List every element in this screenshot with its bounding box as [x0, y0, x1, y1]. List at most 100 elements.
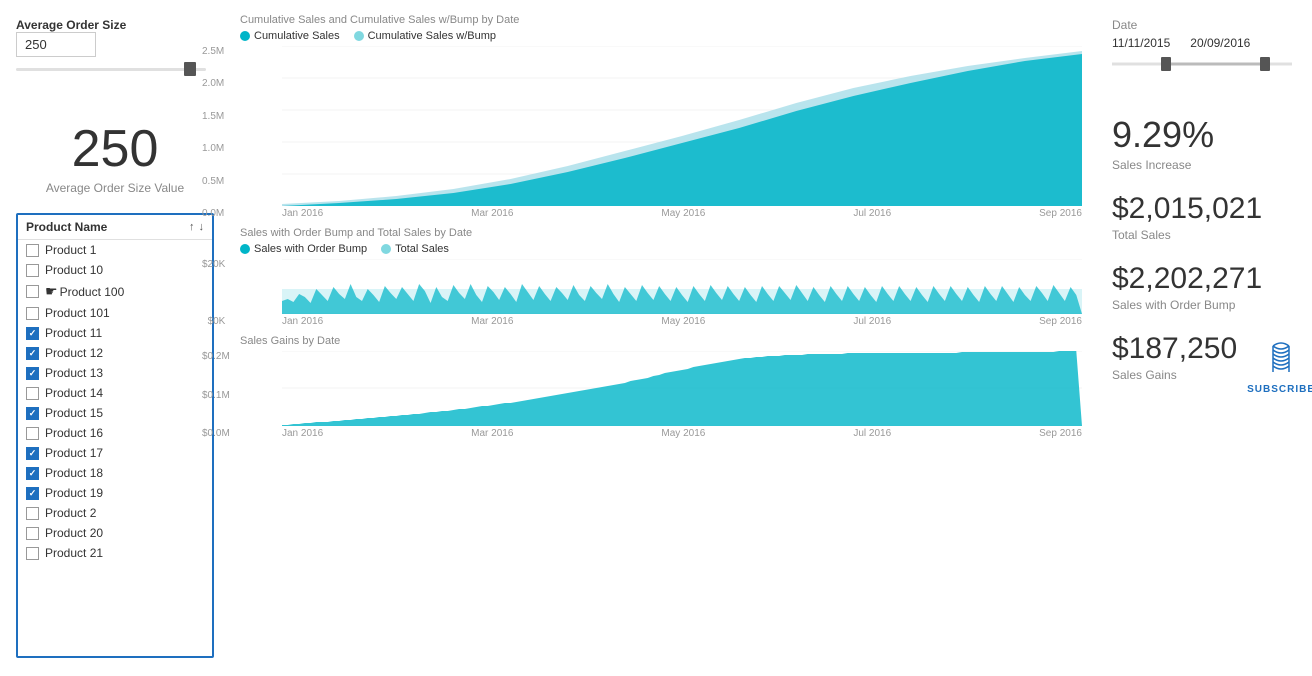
sort-asc-icon[interactable]: ↑: [189, 221, 195, 233]
product-list-item[interactable]: Product 101: [18, 303, 212, 323]
product-name: Product 17: [45, 446, 103, 460]
sort-icons: ↑ ↓: [189, 221, 204, 233]
subscribe-text[interactable]: SUBSCRIBE: [1247, 384, 1312, 395]
chart2-svg: [282, 259, 1082, 314]
chart2-legend-dot-1: [240, 244, 250, 254]
date-slider-fill: [1166, 63, 1265, 66]
metric2-value: $2,015,021: [1112, 192, 1292, 226]
metric2-block: $2,015,021 Total Sales: [1112, 192, 1292, 242]
metric4-block: $187,250 Sales Gains SUBSCRIBE: [1112, 332, 1292, 395]
center-panel: Cumulative Sales and Cumulative Sales w/…: [230, 0, 1092, 676]
date-end: 20/09/2016: [1190, 36, 1250, 50]
chart1-legend-label-2: Cumulative Sales w/Bump: [368, 30, 496, 42]
product-checkbox[interactable]: [26, 307, 39, 320]
date-slider-thumb-left[interactable]: [1161, 57, 1171, 71]
chart1-y-labels: 2.5M2.0M1.5M1.0M0.5M0.0M: [202, 46, 224, 219]
product-checkbox[interactable]: [26, 407, 39, 420]
chart2-x-labels: Jan 2016Mar 2016May 2016Jul 2016Sep 2016: [282, 316, 1082, 327]
metric1-value: 9.29%: [1112, 114, 1292, 156]
product-list-item[interactable]: ☛Product 100: [18, 280, 212, 303]
avg-order-input[interactable]: [16, 32, 96, 57]
product-checkbox[interactable]: [26, 507, 39, 520]
sort-desc-icon[interactable]: ↓: [199, 221, 205, 233]
subscribe-dna-icon: [1263, 342, 1299, 378]
metric3-block: $2,202,271 Sales with Order Bump: [1112, 262, 1292, 312]
metric1-label: Sales Increase: [1112, 158, 1292, 172]
date-label: Date: [1112, 18, 1292, 32]
date-slider[interactable]: [1112, 54, 1292, 74]
chart1-legend-dot-2: [354, 31, 364, 41]
metric4-value: $187,250: [1112, 332, 1237, 366]
chart2-legend-item-2: Total Sales: [381, 243, 449, 255]
product-checkbox[interactable]: [26, 427, 39, 440]
chart1-legend-item-2: Cumulative Sales w/Bump: [354, 30, 496, 42]
product-name: Product 19: [45, 486, 103, 500]
product-checkbox[interactable]: [26, 387, 39, 400]
avg-order-slider-track: [16, 68, 206, 71]
chart1-title: Cumulative Sales and Cumulative Sales w/…: [240, 14, 1082, 26]
product-list-title: Product Name: [26, 220, 107, 234]
product-list-item[interactable]: Product 13: [18, 363, 212, 383]
product-list-container: Product Name ↑ ↓ Product 1 Product 10☛Pro…: [16, 213, 214, 658]
metric4-label: Sales Gains: [1112, 368, 1237, 382]
avg-order-slider-thumb[interactable]: [184, 62, 196, 76]
chart2-y-labels: $20K$0K: [202, 259, 225, 327]
product-checkbox[interactable]: [26, 285, 39, 298]
product-checkbox[interactable]: [26, 264, 39, 277]
product-name: Product 2: [45, 506, 96, 520]
product-list-item[interactable]: Product 20: [18, 523, 212, 543]
product-list-item[interactable]: Product 21: [18, 543, 212, 563]
product-checkbox[interactable]: [26, 447, 39, 460]
date-range: 11/11/2015 20/09/2016: [1112, 36, 1292, 50]
avg-order-big-value: 250: [16, 119, 214, 179]
product-list-item[interactable]: Product 15: [18, 403, 212, 423]
product-list-item[interactable]: Product 1: [18, 240, 212, 260]
product-checkbox[interactable]: [26, 244, 39, 257]
product-checkbox[interactable]: [26, 487, 39, 500]
subscribe-block[interactable]: SUBSCRIBE: [1247, 342, 1312, 395]
chart3-y-labels: $0.2M$0.1M$0.0M: [202, 351, 230, 439]
chart3-title: Sales Gains by Date: [240, 335, 1082, 347]
product-list-item[interactable]: Product 16: [18, 423, 212, 443]
metric3-value: $2,202,271: [1112, 262, 1292, 296]
product-checkbox[interactable]: [26, 327, 39, 340]
product-list-scroll[interactable]: Product 1 Product 10☛Product 100 Product 1…: [18, 240, 212, 563]
product-list-header: Product Name ↑ ↓: [18, 215, 212, 240]
metric3-label: Sales with Order Bump: [1112, 298, 1292, 312]
chart1-svg: [282, 46, 1082, 206]
product-checkbox[interactable]: [26, 547, 39, 560]
product-list-item[interactable]: Product 14: [18, 383, 212, 403]
product-list-item[interactable]: Product 19: [18, 483, 212, 503]
product-list-item[interactable]: Product 17: [18, 443, 212, 463]
avg-order-sublabel: Average Order Size Value: [16, 181, 214, 195]
chart1-x-labels: Jan 2016Mar 2016May 2016Jul 2016Sep 2016: [282, 208, 1082, 219]
product-checkbox[interactable]: [26, 467, 39, 480]
product-list-item[interactable]: Product 18: [18, 463, 212, 483]
product-list-item[interactable]: Product 2: [18, 503, 212, 523]
chart1-legend: Cumulative Sales Cumulative Sales w/Bump: [240, 30, 1082, 42]
product-name: Product 20: [45, 526, 103, 540]
product-name: Product 1: [45, 243, 96, 257]
chart3-svg: [282, 351, 1082, 426]
chart1-legend-label-1: Cumulative Sales: [254, 30, 340, 42]
chart2-legend-label-1: Sales with Order Bump: [254, 243, 367, 255]
product-list-item[interactable]: Product 11: [18, 323, 212, 343]
chart2-legend-dot-2: [381, 244, 391, 254]
date-slider-thumb-right[interactable]: [1260, 57, 1270, 71]
chart2-legend: Sales with Order Bump Total Sales: [240, 243, 1082, 255]
chart2-title: Sales with Order Bump and Total Sales by…: [240, 227, 1082, 239]
product-checkbox[interactable]: [26, 367, 39, 380]
product-name: Product 13: [45, 366, 103, 380]
chart1-legend-item-1: Cumulative Sales: [240, 30, 340, 42]
product-name: Product 14: [45, 386, 103, 400]
product-list-item[interactable]: Product 12: [18, 343, 212, 363]
chart1-section: Cumulative Sales and Cumulative Sales w/…: [240, 14, 1082, 219]
product-checkbox[interactable]: [26, 527, 39, 540]
date-start: 11/11/2015: [1112, 36, 1170, 50]
product-checkbox[interactable]: [26, 347, 39, 360]
product-list-item[interactable]: Product 10: [18, 260, 212, 280]
product-name: Product 101: [45, 306, 110, 320]
chart3-x-labels: Jan 2016Mar 2016May 2016Jul 2016Sep 2016: [282, 428, 1082, 439]
product-name: Product 21: [45, 546, 103, 560]
product-name: Product 16: [45, 426, 103, 440]
